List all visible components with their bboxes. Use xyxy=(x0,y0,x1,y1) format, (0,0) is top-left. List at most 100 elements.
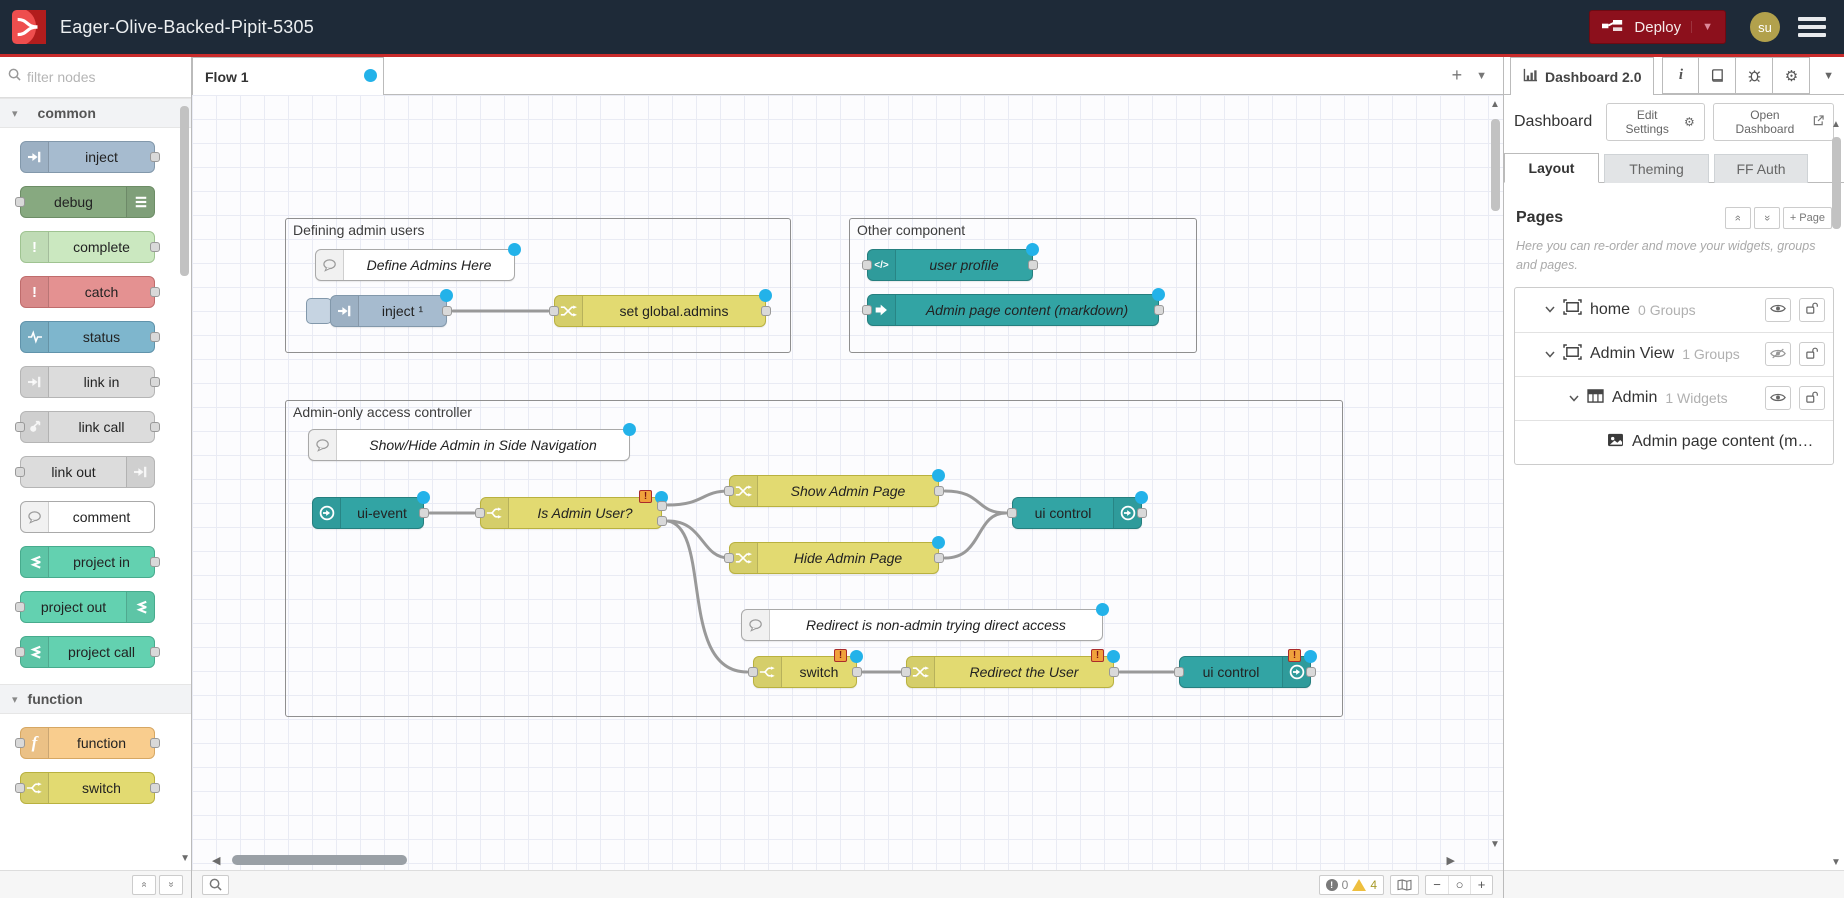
vertical-scrollbar-thumb[interactable] xyxy=(1491,119,1500,211)
palette-node-inject[interactable]: inject xyxy=(20,141,155,173)
collapse-all-pages-button[interactable]: » xyxy=(1725,207,1751,229)
palette-node-link-out[interactable]: link out xyxy=(20,456,155,488)
inject-trigger-button[interactable] xyxy=(306,298,332,324)
lock-toggle-button[interactable] xyxy=(1799,298,1825,322)
node-ui-control-2[interactable]: ! ui control xyxy=(1179,656,1311,688)
error-count-icon: ! xyxy=(1326,879,1338,891)
chevron-down-icon[interactable] xyxy=(1545,351,1555,358)
page-tree-item-home[interactable]: home 0 Groups xyxy=(1515,288,1833,332)
palette-node-link-in[interactable]: link in xyxy=(20,366,155,398)
palette-node-status[interactable]: status xyxy=(20,321,155,353)
scroll-right-arrow[interactable]: ▶ xyxy=(1447,854,1455,867)
zoom-reset-button[interactable]: ○ xyxy=(1448,876,1470,894)
node-hide-admin-page[interactable]: Hide Admin Page xyxy=(729,542,939,574)
scroll-up-arrow[interactable]: ▲ xyxy=(1489,99,1501,110)
zoom-out-button[interactable]: − xyxy=(1426,876,1448,894)
node-show-admin-page[interactable]: Show Admin Page xyxy=(729,475,939,507)
node-set-global-admins[interactable]: set global.admins xyxy=(554,295,766,327)
palette-scroll-area[interactable]: ▾ common inject debug xyxy=(0,98,191,870)
palette-node-debug[interactable]: debug xyxy=(20,186,155,218)
palette-node-project-out[interactable]: project out xyxy=(20,591,155,623)
scroll-up-arrow[interactable]: ▲ xyxy=(1830,119,1842,130)
node-ui-event[interactable]: ui-event xyxy=(312,497,424,529)
palette-node-comment[interactable]: comment xyxy=(20,501,155,533)
visibility-toggle-button[interactable] xyxy=(1765,386,1791,410)
canvas-horizontal-scrollbar[interactable]: ◀ ▶ xyxy=(192,854,1503,868)
main-menu-button[interactable] xyxy=(1798,17,1826,37)
node-redirect-the-user[interactable]: ! Redirect the User xyxy=(906,656,1114,688)
expand-all-pages-button[interactable]: » xyxy=(1754,207,1780,229)
debug-tab-button[interactable] xyxy=(1736,57,1773,94)
group-tree-item-admin[interactable]: Admin 1 Widgets xyxy=(1515,376,1833,420)
info-tab-button[interactable]: i xyxy=(1662,57,1699,94)
visibility-toggle-button[interactable] xyxy=(1765,342,1791,366)
sidebar-tabs-caret[interactable]: ▼ xyxy=(1813,57,1844,94)
chevron-down-icon[interactable] xyxy=(1569,395,1579,402)
change-shuffle-icon xyxy=(730,543,758,573)
lock-toggle-button[interactable] xyxy=(1799,386,1825,410)
palette-scroll-down-arrow[interactable]: ▼ xyxy=(180,853,190,864)
horizontal-scrollbar-thumb[interactable] xyxy=(232,855,407,865)
palette-node-complete[interactable]: ! complete xyxy=(20,231,155,263)
node-is-admin-user[interactable]: ! Is Admin User? xyxy=(480,497,662,529)
node-admin-page-content[interactable]: Admin page content (markdown) xyxy=(867,294,1159,326)
deploy-button[interactable]: Deploy ▼ xyxy=(1589,10,1726,44)
scroll-down-arrow[interactable]: ▼ xyxy=(1489,839,1501,850)
palette-node-switch[interactable]: switch xyxy=(20,772,155,804)
palette-node-link-call[interactable]: link call xyxy=(20,411,155,443)
deploy-options-caret[interactable]: ▼ xyxy=(1691,21,1713,33)
palette-search[interactable] xyxy=(0,57,191,98)
palette-node-project-in[interactable]: project in xyxy=(20,546,155,578)
canvas-vertical-scrollbar[interactable]: ▲ ▼ xyxy=(1489,99,1501,850)
lock-toggle-button[interactable] xyxy=(1799,342,1825,366)
palette-node-project-call[interactable]: project call xyxy=(20,636,155,668)
node-switch[interactable]: ! switch xyxy=(753,656,857,688)
visibility-toggle-button[interactable] xyxy=(1765,298,1791,322)
user-avatar[interactable]: su xyxy=(1750,12,1780,42)
notifications-counts[interactable]: ! 0 4 xyxy=(1319,875,1384,895)
group-other-component[interactable]: Other component xyxy=(849,218,1197,353)
comment-node-define-admins-here[interactable]: Define Admins Here xyxy=(315,249,515,281)
sidebar-scrollbar-thumb[interactable] xyxy=(1832,137,1841,229)
flow-canvas[interactable]: Defining admin users Other component Adm… xyxy=(192,95,1503,870)
node-ui-control-1[interactable]: ui control xyxy=(1012,497,1142,529)
node-changed-dot xyxy=(1304,650,1317,663)
scroll-left-arrow[interactable]: ◀ xyxy=(212,854,220,867)
palette-collapse-all-button[interactable]: » xyxy=(132,875,156,895)
palette-category-function[interactable]: ▾ function xyxy=(0,684,191,714)
page-tree-item-admin-view[interactable]: Admin View 1 Groups xyxy=(1515,332,1833,376)
add-flow-button[interactable]: + xyxy=(1452,65,1463,86)
gear-settings-tab-button[interactable]: ⚙ xyxy=(1773,57,1810,94)
add-page-button[interactable]: + Page xyxy=(1783,207,1832,229)
tab-theming[interactable]: Theming xyxy=(1604,154,1709,183)
tab-dashboard-2[interactable]: Dashboard 2.0 xyxy=(1510,57,1654,95)
canvas-search-button[interactable] xyxy=(202,875,229,895)
node-inject[interactable]: inject ¹ xyxy=(330,295,447,327)
flow-list-caret[interactable]: ▼ xyxy=(1476,70,1487,82)
widget-tree-item-admin-page-content[interactable]: Admin page content (m… xyxy=(1515,420,1833,464)
toggle-navigator-button[interactable] xyxy=(1390,875,1419,895)
help-tab-button[interactable] xyxy=(1699,57,1736,94)
function-f-icon: f xyxy=(21,728,49,758)
palette-scrollbar-thumb[interactable] xyxy=(180,106,189,276)
comment-node-redirect-non-admin[interactable]: Redirect is non-admin trying direct acce… xyxy=(741,609,1103,641)
zoom-in-button[interactable]: + xyxy=(1470,876,1492,894)
palette-node-catch[interactable]: ! catch xyxy=(20,276,155,308)
node-changed-dot xyxy=(1026,243,1039,256)
palette-category-common[interactable]: ▾ common xyxy=(0,98,191,128)
tab-layout[interactable]: Layout xyxy=(1504,153,1599,183)
sidebar-scrollbar[interactable]: ▲ ▼ xyxy=(1830,97,1842,868)
open-dashboard-button[interactable]: Open Dashboard xyxy=(1713,103,1834,141)
tab-ff-auth[interactable]: FF Auth xyxy=(1714,154,1808,183)
comment-node-show-hide-admin[interactable]: Show/Hide Admin in Side Navigation xyxy=(308,429,630,461)
tab-flow-1[interactable]: Flow 1 xyxy=(192,57,384,95)
node-user-profile[interactable]: </> user profile xyxy=(867,249,1033,281)
eye-slash-icon xyxy=(1770,347,1786,362)
palette-search-input[interactable] xyxy=(27,69,157,85)
edit-settings-button[interactable]: Edit Settings ⚙ xyxy=(1606,103,1705,141)
chevron-down-icon[interactable] xyxy=(1545,306,1555,313)
palette-node-function[interactable]: f function xyxy=(20,727,155,759)
scroll-down-arrow[interactable]: ▼ xyxy=(1830,857,1842,868)
group-defining-admin-users[interactable]: Defining admin users xyxy=(285,218,791,353)
palette-expand-all-button[interactable]: » xyxy=(159,875,183,895)
